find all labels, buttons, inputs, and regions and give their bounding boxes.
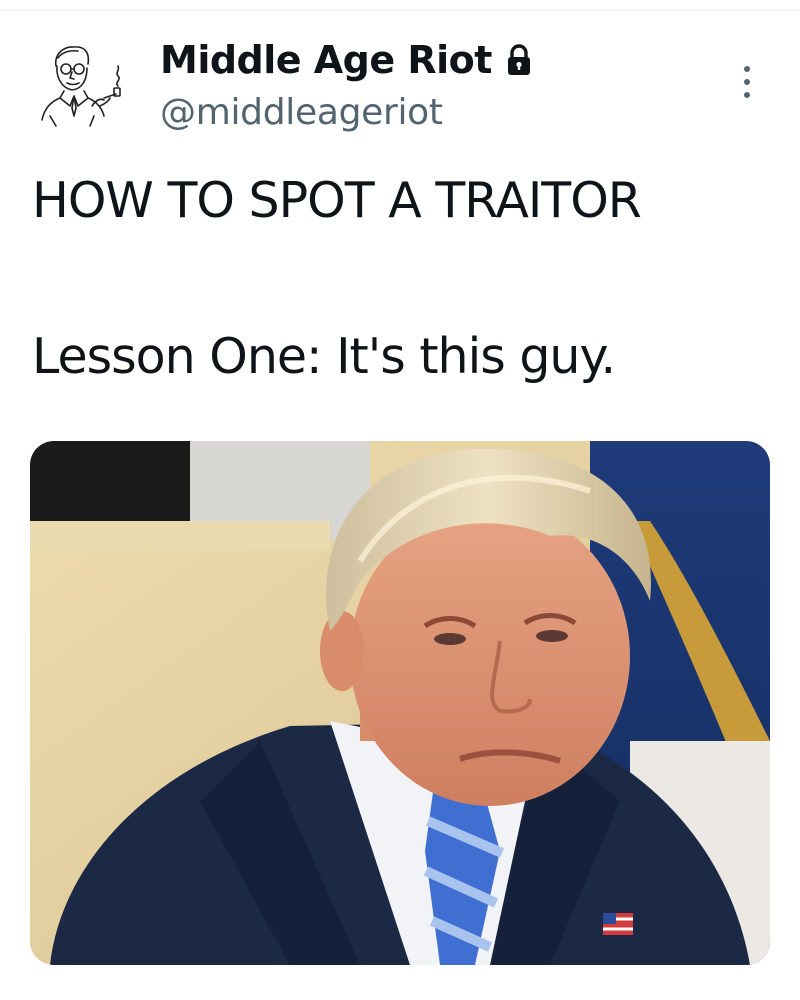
tweet-media-photo[interactable] [30,441,770,965]
lock-icon [506,43,532,77]
avatar[interactable] [30,36,126,132]
more-options-button[interactable] [732,62,762,102]
top-divider [0,10,800,11]
tweet-text-line: HOW TO SPOT A TRAITOR [32,172,642,229]
vintage-man-with-pipe-avatar-icon [30,36,126,132]
more-vertical-icon-dot [744,79,750,85]
author-handle[interactable]: @middleageriot [160,92,443,133]
author-name-row[interactable]: Middle Age Riot [160,34,532,86]
more-vertical-icon-dot [744,66,750,72]
more-vertical-icon-dot [744,92,750,98]
author-display-name[interactable]: Middle Age Riot [160,38,492,82]
tweet-text-line: Lesson One: It's this guy. [32,328,616,385]
